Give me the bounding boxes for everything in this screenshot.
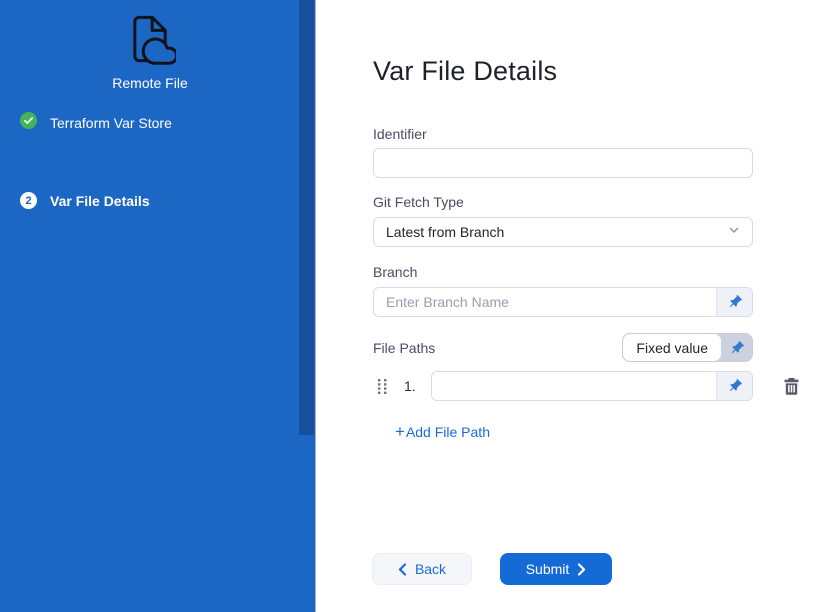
var-file-details-dialog: Remote File Terraform Var Store 2 Var Fi…	[0, 0, 836, 612]
pin-icon	[729, 340, 745, 356]
file-path-input[interactable]	[432, 372, 716, 400]
page-title: Var File Details	[373, 56, 557, 87]
submit-button[interactable]: Submit	[500, 553, 612, 585]
chevron-left-icon	[398, 563, 407, 576]
back-label: Back	[415, 561, 446, 577]
add-file-path-button[interactable]: + Add File Path	[395, 424, 490, 440]
chevron-right-icon	[577, 563, 586, 576]
store-type-block: Remote File	[0, 13, 300, 91]
file-paths-header: File Paths Fixed value	[373, 333, 753, 362]
branch-multitype-pin-button[interactable]	[716, 288, 752, 316]
plus-icon: +	[395, 425, 405, 439]
delete-file-path-button[interactable]	[784, 378, 799, 395]
step-label: Terraform Var Store	[50, 115, 172, 131]
identifier-label: Identifier	[373, 126, 427, 142]
identifier-input[interactable]	[373, 148, 753, 178]
file-paths-type-selector[interactable]: Fixed value	[622, 333, 753, 362]
submit-label: Submit	[526, 561, 570, 577]
branch-input[interactable]	[374, 288, 716, 316]
pin-icon	[727, 378, 743, 394]
drag-handle-icon[interactable]	[378, 379, 387, 394]
wizard-sidebar: Remote File Terraform Var Store 2 Var Fi…	[0, 0, 316, 612]
step-label: Var File Details	[50, 193, 150, 209]
pin-icon	[727, 294, 743, 310]
branch-label: Branch	[373, 264, 417, 280]
branch-field	[373, 287, 753, 317]
sidebar-step-terraform-var-store[interactable]: Terraform Var Store	[20, 112, 172, 134]
add-file-path-label: Add File Path	[406, 424, 490, 440]
remote-file-icon	[124, 13, 176, 70]
file-path-field	[431, 371, 753, 401]
back-button[interactable]: Back	[372, 553, 472, 585]
git-fetch-type-select[interactable]: Latest from Branch	[373, 217, 753, 247]
file-paths-label: File Paths	[373, 340, 435, 356]
file-path-multitype-pin-button[interactable]	[716, 372, 752, 400]
footer-buttons: Back Submit	[372, 553, 612, 585]
git-fetch-type-value: Latest from Branch	[386, 224, 504, 240]
sidebar-scrollbar-thumb[interactable]	[299, 0, 314, 435]
trash-icon	[784, 378, 799, 395]
form-panel: Var File Details Identifier Git Fetch Ty…	[316, 0, 836, 612]
file-paths-multitype-pin-button[interactable]	[721, 334, 752, 361]
chevron-down-icon	[728, 223, 740, 241]
fixed-value-label: Fixed value	[623, 334, 721, 361]
sidebar-step-var-file-details[interactable]: 2 Var File Details	[20, 192, 150, 209]
file-path-row: 1.	[378, 371, 799, 401]
git-fetch-type-label: Git Fetch Type	[373, 194, 464, 210]
step-complete-check-icon	[20, 112, 37, 134]
step-number-badge: 2	[20, 192, 37, 209]
file-path-row-index: 1.	[404, 378, 418, 394]
store-type-label: Remote File	[0, 75, 300, 91]
